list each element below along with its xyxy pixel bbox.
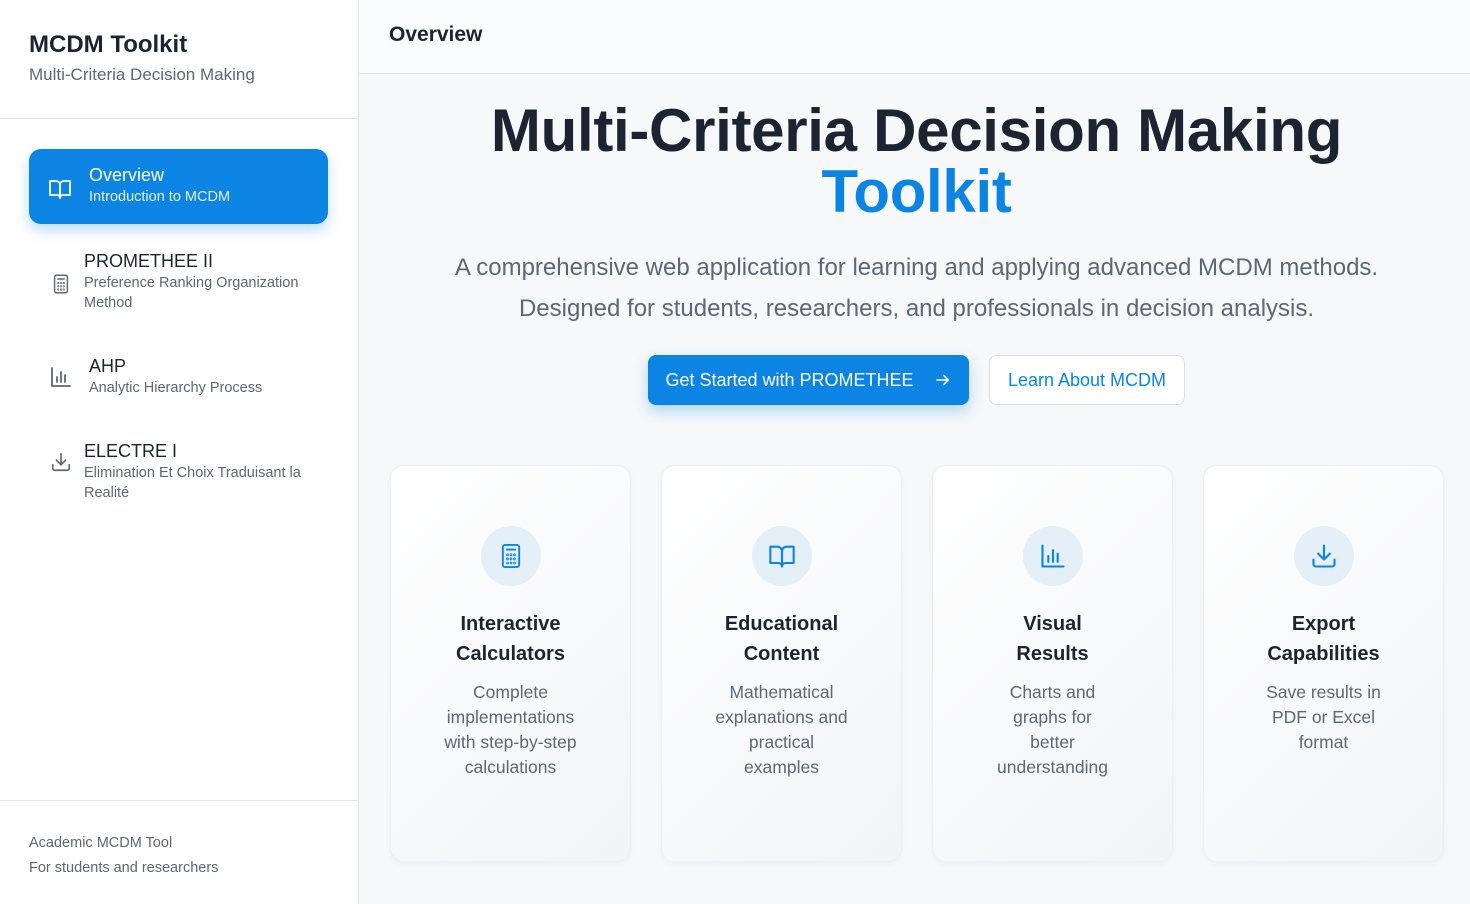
hero-description: A comprehensive web application for lear…	[454, 254, 1379, 322]
feature-icon-badge	[480, 526, 541, 586]
footer-line-2: For students and researchers	[29, 860, 219, 876]
feature-description: Save results in PDF or Excel format	[1266, 682, 1381, 752]
sidebar-item-label: ELECTRE I	[84, 441, 178, 461]
feature-title: Educational Content	[724, 613, 839, 665]
sidebar-item-electre[interactable]: ELECTRE I Elimination Et Choix Traduisan…	[29, 440, 328, 503]
download-icon	[51, 452, 71, 472]
sidebar-item-ahp[interactable]: AHP Analytic Hierarchy Process	[29, 355, 328, 398]
sidebar-item-label: Overview	[89, 165, 165, 185]
sidebar: MCDM Toolkit Multi-Criteria Decision Mak…	[0, 0, 359, 904]
feature-card: Visual Results Charts and graphs for bet…	[932, 465, 1173, 862]
feature-description: Charts and graphs for better understandi…	[997, 682, 1108, 777]
sidebar-item-promethee[interactable]: PROMETHEE II Preference Ranking Organiza…	[29, 250, 328, 313]
sidebar-item-desc: Preference Ranking Organization Method	[84, 275, 299, 311]
feature-card: Educational Content Mathematical explana…	[661, 465, 902, 862]
main-content: Multi-Criteria Decision Making Toolkit A…	[359, 74, 1470, 904]
hero: Multi-Criteria Decision Making Toolkit A…	[359, 100, 1470, 329]
bar-chart-icon	[51, 367, 71, 387]
brand: MCDM Toolkit Multi-Criteria Decision Mak…	[0, 0, 358, 119]
app-title: MCDM Toolkit	[29, 31, 188, 58]
feature-card: Interactive Calculators Complete impleme…	[390, 465, 631, 862]
sidebar-item-desc: Elimination Et Choix Traduisant la Reali…	[84, 465, 301, 501]
calculator-icon	[501, 543, 520, 569]
feature-title: Export Capabilities	[1267, 613, 1380, 665]
feature-cards: Interactive Calculators Complete impleme…	[390, 465, 1445, 862]
sidebar-item-desc: Analytic Hierarchy Process	[89, 380, 263, 396]
page-title: Overview	[389, 23, 483, 46]
top-bar: Overview	[359, 0, 1470, 74]
learn-about-label: Learn About MCDM	[1007, 369, 1167, 390]
hero-title-accent: Toolkit	[821, 158, 1012, 225]
sidebar-footer: Academic MCDM Tool For students and rese…	[0, 800, 358, 904]
feature-description: Complete implementations with step-by-st…	[444, 682, 577, 777]
download-icon	[1311, 544, 1336, 568]
sidebar-item-overview[interactable]: Overview Introduction to MCDM	[29, 149, 328, 224]
bar-chart-icon	[1040, 544, 1065, 568]
book-open-icon	[49, 180, 71, 199]
feature-title: Visual Results	[1016, 613, 1089, 665]
get-started-label: Get Started with PROMETHEE	[665, 369, 914, 390]
footer-line-1: Academic MCDM Tool	[29, 835, 173, 851]
sidebar-item-label: AHP	[89, 356, 127, 376]
feature-icon-badge	[1022, 526, 1083, 586]
feature-description: Mathematical explanations and practical …	[715, 682, 848, 777]
book-open-icon	[768, 545, 795, 568]
app-subtitle: Multi-Criteria Decision Making	[29, 65, 255, 84]
feature-title: Interactive Calculators	[456, 613, 565, 665]
get-started-button[interactable]: Get Started with PROMETHEE	[648, 355, 969, 405]
arrow-right-icon	[935, 374, 949, 386]
calculator-icon	[53, 274, 69, 294]
sidebar-item-label: PROMETHEE II	[84, 251, 214, 271]
feature-icon-badge	[751, 526, 812, 586]
hero-actions: Get Started with PROMETHEE Learn About M…	[359, 355, 1470, 405]
feature-icon-badge	[1293, 526, 1354, 586]
sidebar-nav: Overview Introduction to MCDM PROMETHEE …	[29, 149, 328, 501]
learn-about-button[interactable]: Learn About MCDM	[989, 355, 1185, 405]
feature-card: Export Capabilities Save results in PDF …	[1203, 465, 1444, 862]
sidebar-item-desc: Introduction to MCDM	[89, 189, 231, 205]
hero-title: Multi-Criteria Decision Making	[490, 97, 1343, 164]
